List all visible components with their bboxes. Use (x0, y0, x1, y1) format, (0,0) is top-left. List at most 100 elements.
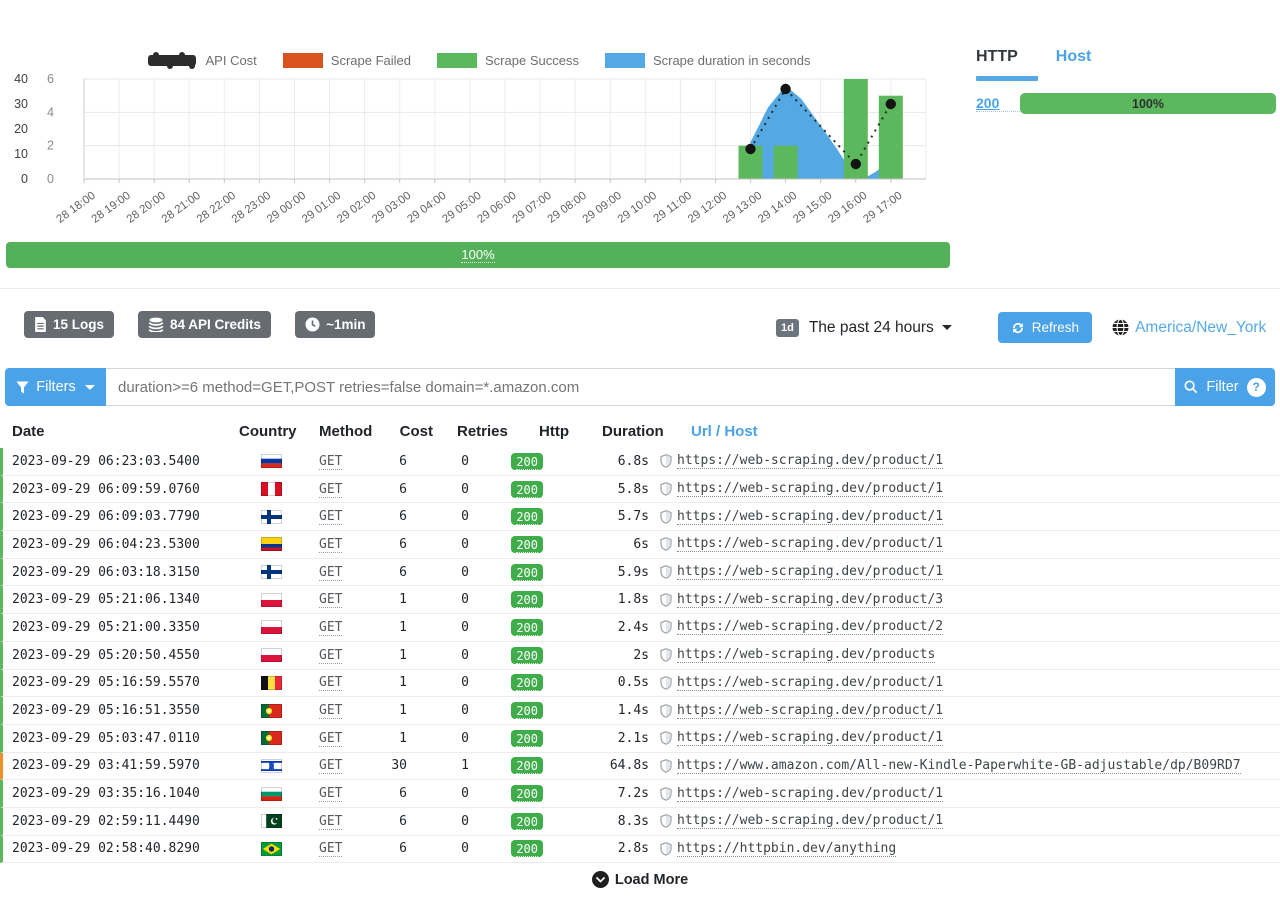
url-link[interactable]: https://web-scraping.dev/product/3 (677, 592, 943, 608)
url-link[interactable]: https://web-scraping.dev/product/1 (677, 536, 943, 552)
legend-label: Scrape Success (485, 53, 579, 68)
method-label[interactable]: GET (319, 786, 342, 802)
cell-cost: 6 (377, 841, 433, 856)
cell-http: 200 (489, 730, 571, 747)
method-label[interactable]: GET (319, 703, 342, 719)
legend-item: Scrape Success (437, 53, 579, 68)
method-label[interactable]: GET (319, 509, 342, 525)
cell-cost: 6 (377, 482, 433, 497)
filters-dropdown-button[interactable]: Filters (5, 368, 106, 406)
method-label[interactable]: GET (319, 565, 342, 581)
apply-filter-button[interactable]: Filter ? (1175, 368, 1275, 406)
help-icon[interactable]: ? (1247, 378, 1266, 397)
http-status-badge[interactable]: 200 (511, 730, 543, 747)
stat-badge-clock: ~1min (295, 311, 375, 338)
cell-http: 200 (489, 785, 571, 802)
url-link[interactable]: https://web-scraping.dev/product/2 (677, 619, 943, 635)
method-label[interactable]: GET (319, 454, 342, 470)
url-link[interactable]: https://web-scraping.dev/product/1 (677, 453, 943, 469)
url-link[interactable]: https://web-scraping.dev/product/1 (677, 703, 943, 719)
country-flag-pl (261, 593, 282, 607)
cell-date: 2023-09-29 05:16:51.3550 (3, 703, 239, 718)
method-label[interactable]: GET (319, 620, 342, 636)
cell-cost: 1 (377, 648, 433, 663)
cell-duration: 1.4s (571, 703, 657, 718)
col-header-retries: Retries (433, 423, 489, 440)
cell-http: 200 (489, 481, 571, 498)
filters-label: Filters (36, 379, 75, 395)
method-label[interactable]: GET (319, 482, 342, 498)
filter-query-input[interactable] (106, 368, 1175, 406)
load-more-button[interactable]: Load More (586, 870, 694, 889)
method-label[interactable]: GET (319, 814, 342, 830)
http-status-badge[interactable]: 200 (511, 619, 543, 636)
cell-duration: 5.8s (571, 482, 657, 497)
http-status-badge[interactable]: 200 (511, 591, 543, 608)
url-link[interactable]: https://www.amazon.com/All-new-Kindle-Pa… (677, 758, 1241, 774)
url-link[interactable]: https://web-scraping.dev/product/1 (677, 564, 943, 580)
http-code-link[interactable]: 200 (976, 95, 1020, 112)
timezone-link[interactable]: America/New_York (1112, 319, 1266, 337)
cell-method: GET (305, 648, 377, 663)
status-breakdown-panel: HTTP Host 200 100% (976, 48, 1276, 114)
table-header: Date Country Method Cost Retries Http Du… (0, 415, 1280, 448)
url-link[interactable]: https://web-scraping.dev/product/1 (677, 675, 943, 691)
http-status-badge[interactable]: 200 (511, 481, 543, 498)
http-status-badge[interactable]: 200 (511, 674, 543, 691)
cell-http: 200 (489, 619, 571, 636)
tab-http[interactable]: HTTP (976, 48, 1018, 76)
cell-country (239, 731, 305, 745)
cell-http: 200 (489, 702, 571, 719)
http-status-badge[interactable]: 200 (511, 647, 543, 664)
http-status-badge[interactable]: 200 (511, 702, 543, 719)
method-label[interactable]: GET (319, 731, 342, 747)
url-link[interactable]: https://httpbin.dev/anything (677, 841, 896, 857)
method-label[interactable]: GET (319, 675, 342, 691)
http-status-badge[interactable]: 200 (511, 453, 543, 470)
http-status-badge[interactable]: 200 (511, 508, 543, 525)
api-cost-point (745, 144, 755, 154)
table-row: 2023-09-29 05:03:47.0110 GET 1 0 200 2.1… (0, 725, 1280, 753)
url-link[interactable]: https://web-scraping.dev/product/1 (677, 481, 943, 497)
method-label[interactable]: GET (319, 648, 342, 664)
cell-http: 200 (489, 508, 571, 525)
method-label[interactable]: GET (319, 841, 342, 857)
http-status-badge[interactable]: 200 (511, 785, 543, 802)
chevron-down-circle-icon (592, 871, 609, 888)
cell-country (239, 620, 305, 634)
url-link[interactable]: https://web-scraping.dev/products (677, 647, 935, 663)
url-link[interactable]: https://web-scraping.dev/product/1 (677, 813, 943, 829)
url-link[interactable]: https://web-scraping.dev/product/1 (677, 730, 943, 746)
refresh-button[interactable]: Refresh (998, 312, 1092, 343)
http-status-badge[interactable]: 200 (511, 564, 543, 581)
http-status-badge[interactable]: 200 (511, 840, 543, 857)
col-header-method: Method (305, 423, 377, 440)
cell-country (239, 759, 305, 773)
legend-swatch (605, 53, 645, 68)
shield-icon (660, 565, 672, 579)
refresh-label: Refresh (1032, 320, 1079, 335)
http-status-badge[interactable]: 200 (511, 536, 543, 553)
cell-duration: 7.2s (571, 786, 657, 801)
method-label[interactable]: GET (319, 758, 342, 774)
interval-badge: 1d (776, 319, 799, 337)
http-status-badge[interactable]: 200 (511, 757, 543, 774)
success-rate-label: 100% (461, 247, 494, 263)
cell-retries: 0 (433, 509, 489, 524)
http-status-badge[interactable]: 200 (511, 813, 543, 830)
url-link[interactable]: https://web-scraping.dev/product/1 (677, 509, 943, 525)
search-icon (1184, 380, 1198, 394)
url-link[interactable]: https://web-scraping.dev/product/1 (677, 786, 943, 802)
table-row: 2023-09-29 03:35:16.1040 GET 6 0 200 7.2… (0, 780, 1280, 808)
cell-country (239, 482, 305, 496)
time-range-dropdown[interactable]: The past 24 hours (809, 319, 934, 337)
svg-text:28 21:00: 28 21:00 (160, 190, 203, 226)
col-header-http: Http (489, 423, 571, 440)
method-label[interactable]: GET (319, 592, 342, 608)
method-label[interactable]: GET (319, 537, 342, 553)
table-row: 2023-09-29 05:21:06.1340 GET 1 0 200 1.8… (0, 586, 1280, 614)
tab-host[interactable]: Host (1056, 48, 1092, 76)
table-row: 2023-09-29 05:16:51.3550 GET 1 0 200 1.4… (0, 697, 1280, 725)
svg-text:29 07:00: 29 07:00 (511, 190, 554, 226)
svg-text:2: 2 (47, 139, 54, 153)
